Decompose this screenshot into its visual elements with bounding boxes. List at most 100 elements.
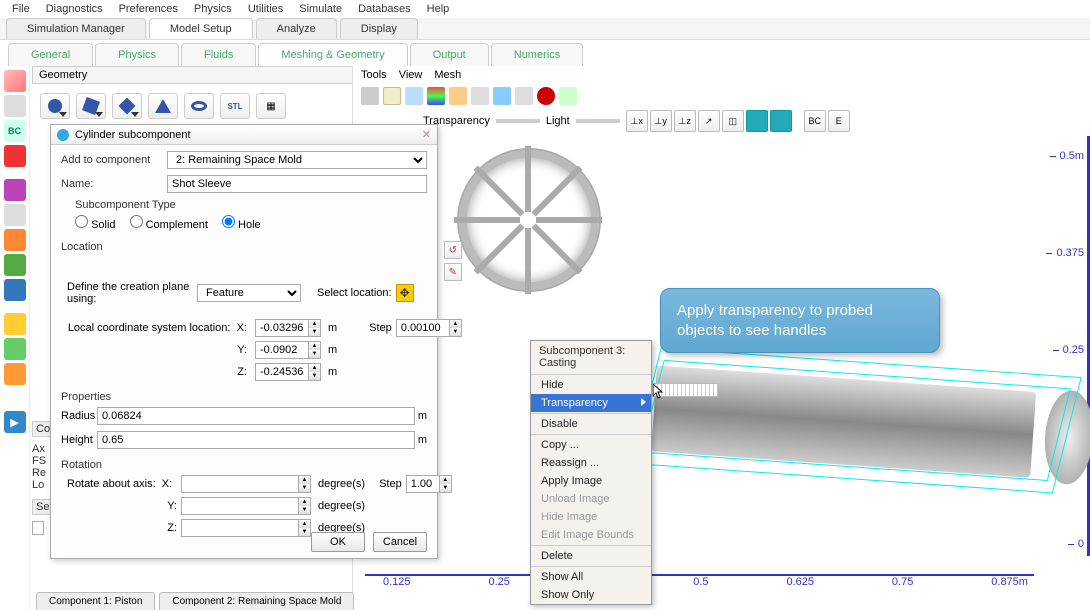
tab-output[interactable]: Output xyxy=(410,43,489,66)
step-input[interactable] xyxy=(396,319,450,337)
rot-step-input[interactable] xyxy=(406,475,440,493)
shot-sleeve-cylinder[interactable] xyxy=(649,352,1077,511)
vp-menu-view[interactable]: View xyxy=(399,69,423,81)
vp-icon-4[interactable] xyxy=(427,87,445,105)
casting-model[interactable] xyxy=(445,136,625,316)
shape-cone-button[interactable] xyxy=(148,93,178,119)
e-button[interactable]: E xyxy=(828,110,850,132)
tool-icon-1[interactable] xyxy=(4,70,26,92)
vp-icon-eye[interactable] xyxy=(537,87,555,105)
vp-icon-7[interactable] xyxy=(493,87,511,105)
menu-file[interactable]: File xyxy=(4,1,38,17)
tool-icon-5[interactable] xyxy=(4,204,26,226)
tool-icon-4[interactable] xyxy=(4,179,26,201)
axis-yz-button[interactable]: ⊥z xyxy=(674,110,696,132)
spinner[interactable]: ▲▼ xyxy=(299,497,311,515)
spinner[interactable]: ▲▼ xyxy=(309,319,321,337)
tool-icon-11[interactable] xyxy=(4,363,26,385)
tool-icon-9[interactable] xyxy=(4,313,26,335)
location-tool1-icon[interactable]: ↺ xyxy=(444,241,462,259)
ctx-show-all[interactable]: Show All xyxy=(531,568,651,586)
ctx-show-only[interactable]: Show Only xyxy=(531,586,651,604)
shape-torus-button[interactable] xyxy=(184,93,214,119)
dialog-close-icon[interactable]: ✕ xyxy=(422,128,431,141)
tab-display[interactable]: Display xyxy=(340,18,418,39)
shape-sphere-button[interactable] xyxy=(40,93,70,119)
rot-y-input[interactable] xyxy=(181,497,299,515)
menu-physics[interactable]: Physics xyxy=(186,1,240,17)
spinner[interactable]: ▲▼ xyxy=(299,519,311,537)
ok-button[interactable]: OK xyxy=(311,532,365,552)
axis-xy-button[interactable]: ⊥x xyxy=(626,110,648,132)
spinner[interactable]: ▲▼ xyxy=(309,363,321,381)
axis-xz-button[interactable]: ⊥y xyxy=(650,110,672,132)
coord-z-input[interactable] xyxy=(255,363,309,381)
vp-icon-8[interactable] xyxy=(515,87,533,105)
tab-meshing-geometry[interactable]: Meshing & Geometry xyxy=(258,43,407,66)
rot-z-input[interactable] xyxy=(181,519,299,537)
name-input[interactable] xyxy=(167,175,427,193)
view-button-1[interactable]: ↗ xyxy=(698,110,720,132)
tool-icon-10[interactable] xyxy=(4,338,26,360)
ctx-delete[interactable]: Delete xyxy=(531,547,651,565)
radio-solid[interactable]: Solid xyxy=(75,215,116,231)
tab-model-setup[interactable]: Model Setup xyxy=(149,18,253,39)
tab-fluids[interactable]: Fluids xyxy=(181,43,256,66)
menu-help[interactable]: Help xyxy=(419,1,458,17)
light-slider[interactable] xyxy=(576,119,620,123)
height-input[interactable] xyxy=(97,431,415,449)
vp-icon-6[interactable] xyxy=(471,87,489,105)
vp-icon-5[interactable] xyxy=(449,87,467,105)
creation-plane-select[interactable]: Feature xyxy=(197,284,301,302)
tool-icon-3[interactable] xyxy=(4,145,26,167)
ctx-transparency[interactable]: Transparency xyxy=(531,394,651,412)
view-button-4[interactable] xyxy=(770,110,792,132)
rot-x-input[interactable] xyxy=(181,475,299,493)
ctx-apply-image[interactable]: Apply Image xyxy=(531,472,651,490)
tool-icon-8[interactable] xyxy=(4,279,26,301)
ctx-hide[interactable]: Hide xyxy=(531,376,651,394)
dialog-titlebar[interactable]: Cylinder subcomponent ✕ xyxy=(51,125,437,145)
cancel-button[interactable]: Cancel xyxy=(373,532,427,552)
view-button-3[interactable] xyxy=(746,110,768,132)
radio-complement[interactable]: Complement xyxy=(130,215,208,231)
ctx-copy[interactable]: Copy ... xyxy=(531,436,651,454)
coord-y-input[interactable] xyxy=(255,341,309,359)
vp-icon-3[interactable] xyxy=(405,87,423,105)
vp-icon-9[interactable] xyxy=(559,87,577,105)
tool-icon-2[interactable] xyxy=(4,95,26,117)
shape-box-button[interactable] xyxy=(76,93,106,119)
menu-databases[interactable]: Databases xyxy=(350,1,419,17)
tool-icon-7[interactable] xyxy=(4,254,26,276)
vp-icon-1[interactable] xyxy=(361,87,379,105)
location-tool2-icon[interactable]: ✎ xyxy=(444,263,462,281)
ctx-reassign[interactable]: Reassign ... xyxy=(531,454,651,472)
tab-physics[interactable]: Physics xyxy=(95,43,179,66)
tool-icon-6[interactable] xyxy=(4,229,26,251)
component-tab-piston[interactable]: Component 1: Piston xyxy=(36,592,155,610)
spinner[interactable]: ▲▼ xyxy=(440,475,452,493)
radio-hole[interactable]: Hole xyxy=(222,215,261,231)
shape-prism-button[interactable] xyxy=(112,93,142,119)
bc-button[interactable]: BC xyxy=(804,110,826,132)
spinner[interactable]: ▲▼ xyxy=(309,341,321,359)
coord-x-input[interactable] xyxy=(255,319,309,337)
tab-numerics[interactable]: Numerics xyxy=(491,43,583,66)
select-location-button[interactable]: ✥ xyxy=(396,284,414,302)
vp-icon-2[interactable] xyxy=(383,87,401,105)
tab-simulation-manager[interactable]: Simulation Manager xyxy=(6,18,146,39)
menu-preferences[interactable]: Preferences xyxy=(111,1,186,17)
transparency-slider[interactable] xyxy=(496,119,540,123)
play-icon[interactable]: ▶ xyxy=(4,411,26,433)
spinner[interactable]: ▲▼ xyxy=(450,319,462,337)
tab-analyze[interactable]: Analyze xyxy=(256,18,337,39)
component-tab-mold[interactable]: Component 2: Remaining Space Mold xyxy=(159,592,354,610)
raster-button[interactable]: ▦ xyxy=(256,93,286,119)
vp-menu-tools[interactable]: Tools xyxy=(361,69,387,81)
view-button-2[interactable]: ◫ xyxy=(722,110,744,132)
spinner[interactable]: ▲▼ xyxy=(299,475,311,493)
import-stl-button[interactable]: STL xyxy=(220,93,250,119)
ctx-disable[interactable]: Disable xyxy=(531,415,651,433)
menu-utilities[interactable]: Utilities xyxy=(240,1,291,17)
tab-general[interactable]: General xyxy=(8,43,93,66)
